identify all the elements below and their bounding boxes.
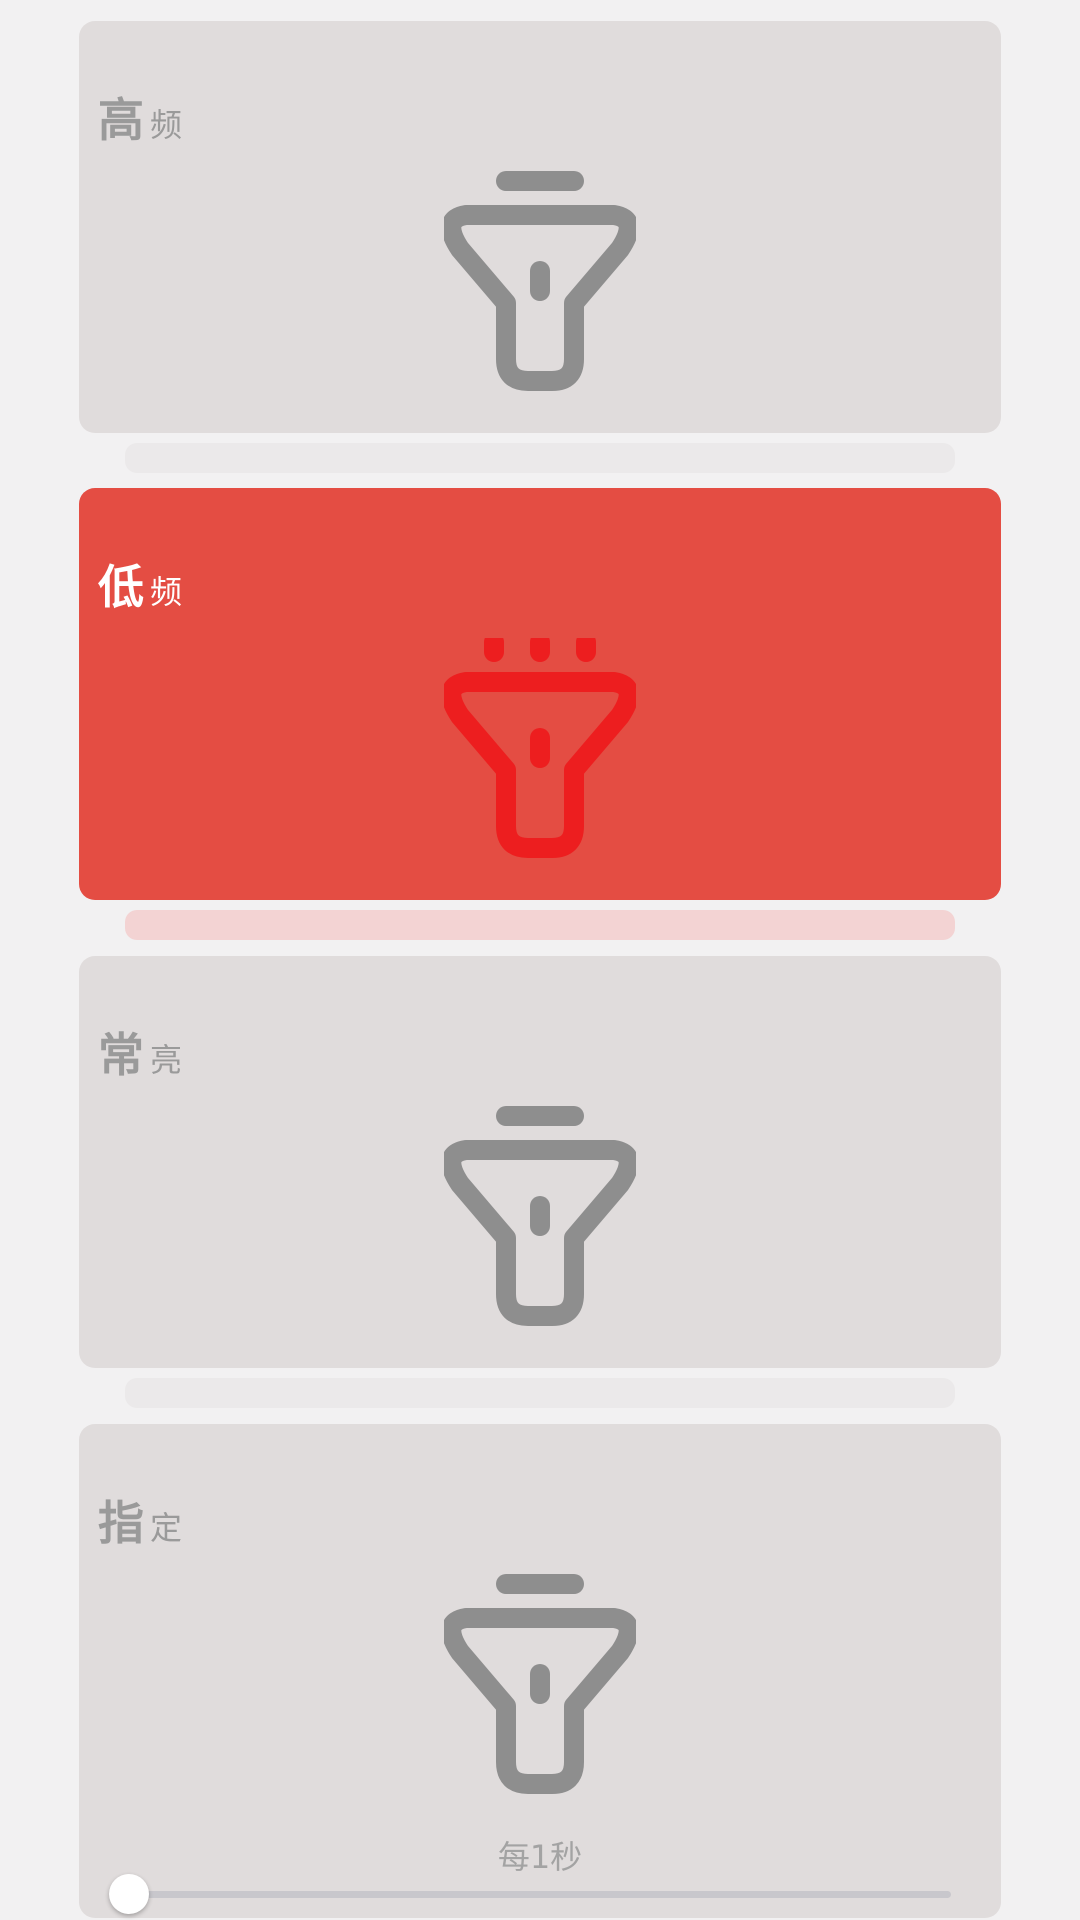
mode-card-high-frequency-wrap: 高 频 xyxy=(79,21,1001,473)
mode-label: 指 定 xyxy=(98,1500,182,1546)
mode-label: 常 亮 xyxy=(98,1032,182,1078)
slider-thumb[interactable] xyxy=(109,1874,149,1914)
mode-label-sub: 频 xyxy=(150,573,183,611)
flashlight-icon xyxy=(444,1106,636,1328)
flashlight-on-icon xyxy=(444,638,636,860)
card-shadow xyxy=(125,1378,955,1408)
mode-label-main: 低 xyxy=(98,560,144,614)
mode-label-sub: 频 xyxy=(150,106,183,144)
mode-card-always-on[interactable]: 常 亮 xyxy=(79,956,1001,1368)
mode-card-low-frequency-wrap: 低 频 xyxy=(79,488,1001,940)
mode-label-main: 高 xyxy=(98,93,144,147)
mode-card-always-on-wrap: 常 亮 xyxy=(79,956,1001,1408)
slider-track[interactable] xyxy=(129,1891,951,1898)
mode-label-sub: 定 xyxy=(150,1509,183,1547)
interval-slider[interactable] xyxy=(109,1874,951,1914)
card-shadow xyxy=(125,443,955,473)
mode-card-high-frequency[interactable]: 高 频 xyxy=(79,21,1001,433)
mode-label: 低 频 xyxy=(98,564,182,610)
mode-label-main: 指 xyxy=(98,1496,144,1550)
mode-label-main: 常 xyxy=(98,1028,144,1082)
mode-label: 高 频 xyxy=(98,97,182,143)
mode-card-custom-wrap: 指 定 每1秒 xyxy=(79,1424,1001,1918)
interval-label: 每1秒 xyxy=(497,1838,583,1876)
card-shadow xyxy=(125,910,955,940)
flashlight-icon xyxy=(444,171,636,393)
flashlight-icon xyxy=(444,1574,636,1796)
mode-card-low-frequency[interactable]: 低 频 xyxy=(79,488,1001,900)
mode-label-sub: 亮 xyxy=(150,1041,183,1079)
mode-card-custom[interactable]: 指 定 每1秒 xyxy=(79,1424,1001,1918)
